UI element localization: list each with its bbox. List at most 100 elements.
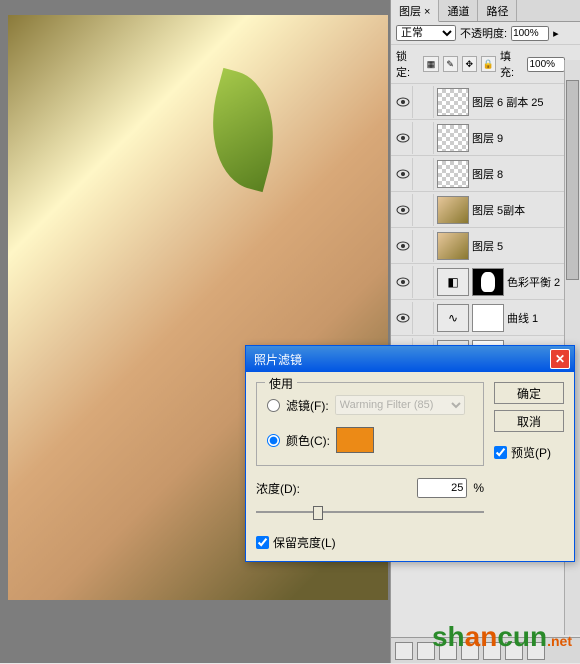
canvas-area [0,0,390,663]
blend-controls: 正常 不透明度: ▸ [391,22,580,45]
visibility-toggle[interactable] [393,122,413,154]
opacity-label: 不透明度: [460,25,507,41]
slider-line [256,511,484,513]
lock-controls: 锁定: ▦ ✎ ✥ 🔒 填充: ▸ [391,45,580,84]
dialog-titlebar[interactable]: 照片滤镜 ✕ [246,346,574,372]
dialog-side: 确定 取消 预览(P) [494,382,564,551]
lock-all-icon[interactable]: 🔒 [481,56,496,72]
layers-panel: 图层 × 通道 路径 正常 不透明度: ▸ 锁定: ▦ ✎ ✥ 🔒 填充: ▸ … [390,0,580,663]
density-row: 浓度(D): % [256,478,484,498]
layer-link-area[interactable] [416,86,434,118]
preview-row: 预览(P) [494,444,564,461]
layer-row[interactable]: 图层 6 副本 25 [391,84,580,120]
preview-checkbox[interactable] [494,446,507,459]
layer-thumb[interactable] [437,232,469,260]
visibility-toggle[interactable] [393,266,413,298]
panel-tabs: 图层 × 通道 路径 [391,0,580,22]
color-radio-row: 颜色(C): [267,427,473,453]
dialog-title: 照片滤镜 [254,351,550,368]
blend-mode-select[interactable]: 正常 [396,25,456,41]
watermark-net: .net [547,633,572,649]
filter-select: Warming Filter (85) [335,395,465,415]
layer-name[interactable]: 图层 8 [472,166,578,182]
close-icon[interactable]: ✕ [550,349,570,369]
eye-icon [396,97,410,107]
visibility-toggle[interactable] [393,158,413,190]
watermark-part3: cun [497,621,547,652]
link-layers-icon[interactable] [395,642,413,660]
scrollbar-thumb[interactable] [566,80,579,280]
lock-label: 锁定: [396,48,419,80]
color-swatch[interactable] [336,427,374,453]
preview-label: 预览(P) [511,444,551,461]
visibility-toggle[interactable] [393,302,413,334]
layer-row[interactable]: ∿曲线 1 [391,300,580,336]
tab-paths[interactable]: 路径 [478,0,517,21]
layer-row[interactable]: 图层 8 [391,156,580,192]
watermark-part1: sh [432,621,465,652]
filter-radio-row: 滤镜(F): Warming Filter (85) [267,395,473,415]
eye-icon [396,205,410,215]
filter-radio[interactable] [267,399,280,412]
eye-icon [396,169,410,179]
lock-brush-icon[interactable]: ✎ [443,56,458,72]
adjustment-thumb[interactable]: ◧ [437,268,469,296]
density-input[interactable] [417,478,467,498]
layer-thumb[interactable] [437,160,469,188]
lock-move-icon[interactable]: ✥ [462,56,477,72]
layer-mask[interactable] [472,268,504,296]
visibility-toggle[interactable] [393,194,413,226]
visibility-toggle[interactable] [393,86,413,118]
layer-name[interactable]: 图层 6 副本 25 [472,94,578,110]
photo-filter-dialog: 照片滤镜 ✕ 使用 滤镜(F): Warming Filter (85) 颜色(… [245,345,575,562]
layer-link-area[interactable] [416,122,434,154]
layer-row[interactable]: 图层 5 [391,228,580,264]
fill-label: 填充: [500,48,523,80]
leaf-decoration [195,68,291,192]
tab-channels[interactable]: 通道 [439,0,478,21]
layer-row[interactable]: 图层 9 [391,120,580,156]
layer-link-area[interactable] [416,230,434,262]
layer-name[interactable]: 图层 5 [472,238,578,254]
opacity-input[interactable] [511,26,549,41]
eye-icon [396,133,410,143]
layer-link-area[interactable] [416,302,434,334]
layer-thumb[interactable] [437,88,469,116]
dialog-main: 使用 滤镜(F): Warming Filter (85) 颜色(C): 浓度(… [256,382,484,551]
tab-layers[interactable]: 图层 × [391,0,439,22]
adjustment-thumb[interactable]: ∿ [437,304,469,332]
preserve-luminosity-checkbox[interactable] [256,536,269,549]
dialog-body: 使用 滤镜(F): Warming Filter (85) 颜色(C): 浓度(… [246,372,574,561]
slider-thumb[interactable] [313,506,323,520]
filter-label: 滤镜(F): [286,397,329,414]
layer-thumb[interactable] [437,196,469,224]
ok-button[interactable]: 确定 [494,382,564,404]
chevron-right-icon[interactable]: ▸ [553,27,559,40]
layer-row[interactable]: ◧色彩平衡 2 [391,264,580,300]
layer-name[interactable]: 图层 5副本 [472,202,578,218]
layer-link-area[interactable] [416,158,434,190]
density-label: 浓度(D): [256,480,300,497]
watermark-part2: an [465,621,498,652]
eye-icon [396,241,410,251]
use-fieldset: 使用 滤镜(F): Warming Filter (85) 颜色(C): [256,382,484,466]
preserve-luminosity-row: 保留亮度(L) [256,534,484,551]
preserve-luminosity-label: 保留亮度(L) [273,534,336,551]
fieldset-legend: 使用 [265,375,297,392]
fill-input[interactable] [527,57,565,72]
color-label: 颜色(C): [286,432,330,449]
density-unit: % [473,481,484,495]
layer-name[interactable]: 图层 9 [472,130,578,146]
density-slider[interactable] [256,502,484,522]
watermark: shancun.net [432,621,572,653]
visibility-toggle[interactable] [393,230,413,262]
eye-icon [396,313,410,323]
cancel-button[interactable]: 取消 [494,410,564,432]
lock-transparency-icon[interactable]: ▦ [423,56,438,72]
layer-row[interactable]: 图层 5副本 [391,192,580,228]
layer-link-area[interactable] [416,266,434,298]
color-radio[interactable] [267,434,280,447]
layer-thumb[interactable] [437,124,469,152]
layer-link-area[interactable] [416,194,434,226]
layer-mask[interactable] [472,304,504,332]
